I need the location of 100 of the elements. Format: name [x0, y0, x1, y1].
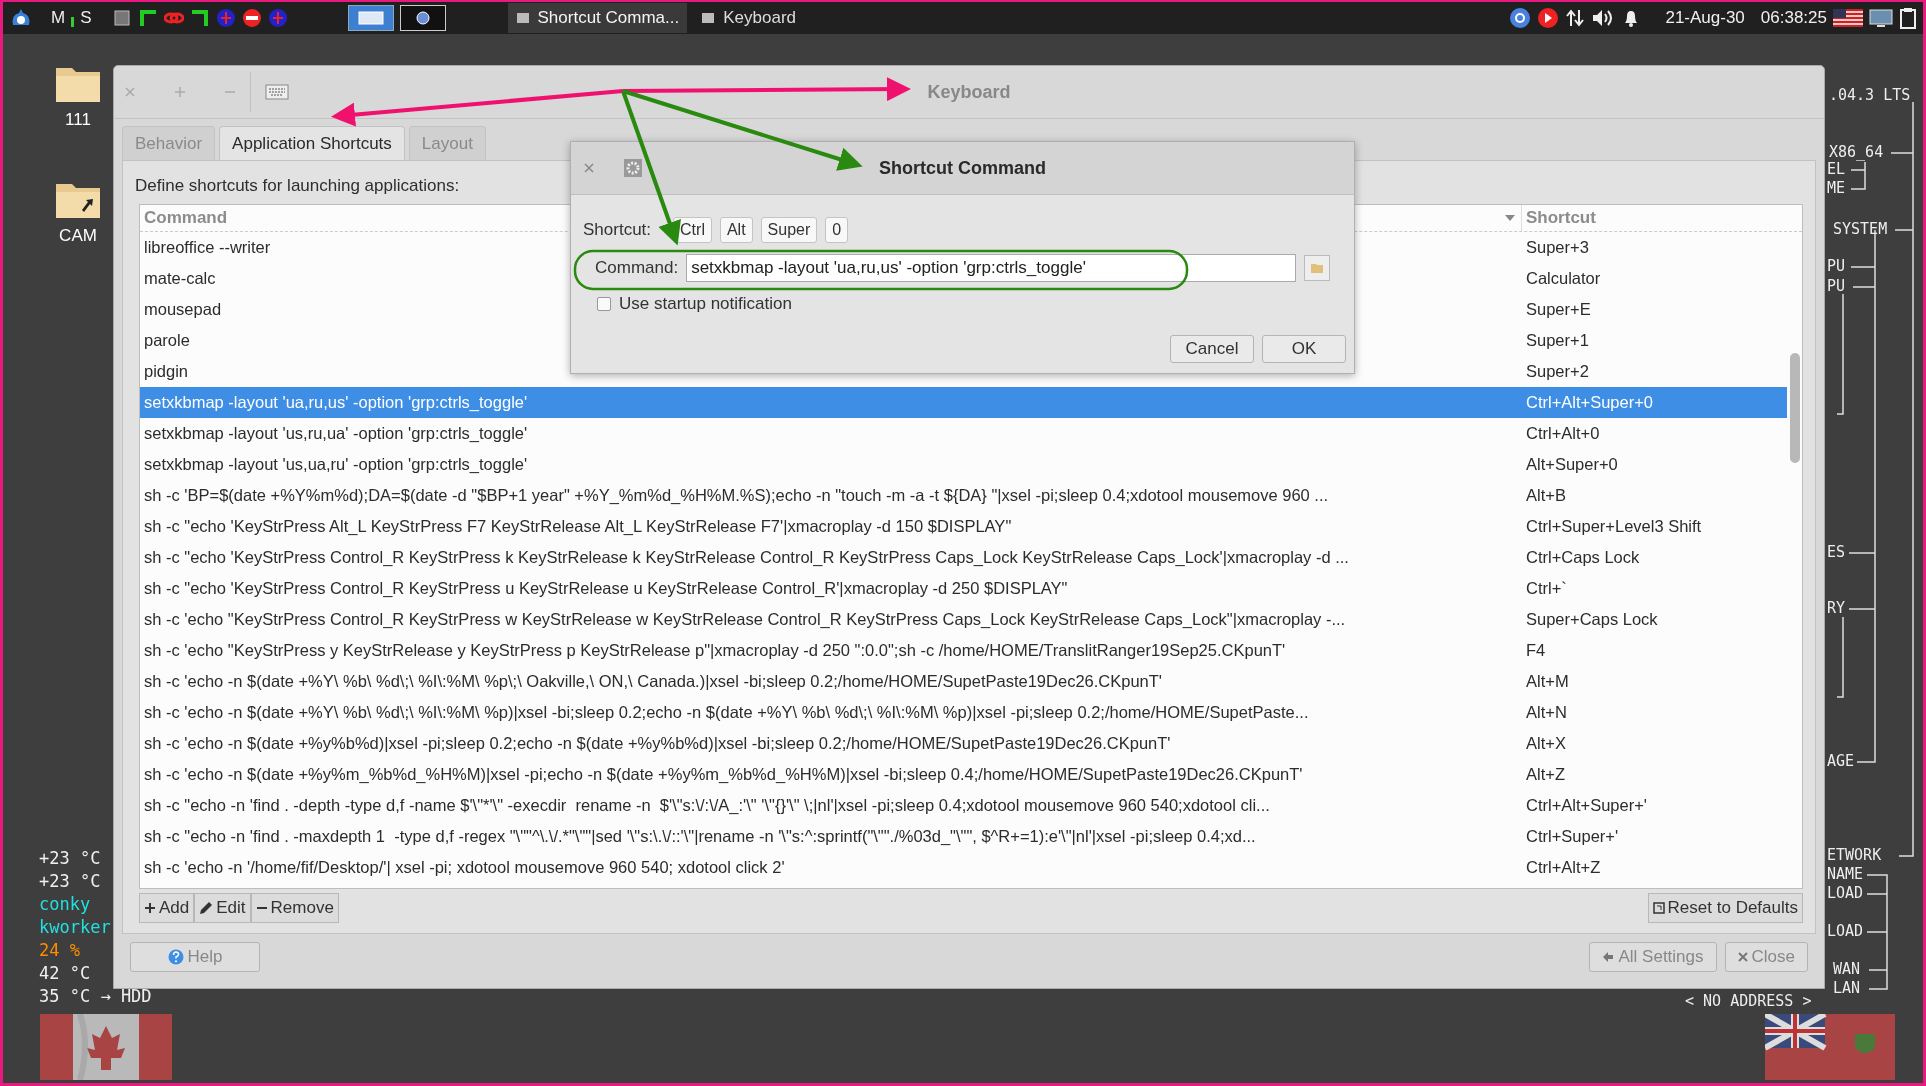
desktop-icon-label[interactable]: 111 — [65, 110, 91, 130]
checkbox[interactable] — [597, 297, 611, 311]
monitor-text: LOAD — [1827, 884, 1864, 902]
table-row[interactable]: setxkbmap -layout 'us,ua,ru' -option 'grp:ctrls_toggle' Alt+Super+0 — [140, 449, 1787, 480]
monitor-text: 35 °C → HDD — [39, 985, 152, 1008]
command-cell: sh -c "echo 'KeyStrPress Control_R KeyStrPress u KeyStrRelease u KeyStrRelease Control_R'|xmacroplay -d 250 $DISPLAY" — [144, 579, 1068, 597]
toolbar-button[interactable]: Edit — [194, 893, 251, 923]
command-cell: sh -c 'echo -n $(date +%Y\ %b\ %d\;\ %I\:%M\ %p\;\ Oakville,\ ON,\ Canada.)|xsel -bi;sleep 0.2;/home/HOME/SupetPaste19Dec26.CKpunT' — [144, 672, 1162, 690]
tab[interactable]: Application Shortcuts — [219, 126, 405, 160]
key-button[interactable]: 0 — [825, 217, 849, 243]
shortcut-cell-text: Ctrl+Caps Lock — [1525, 548, 1640, 567]
command-cell: sh -c 'BP=$(date +%Y%m%d);DA=$(date -d "$BP+1 year" +%Y_%m%d_%H%M.%S);echo -n "touch -m -a -t ${DA} "|xsel -pi;sleep 0.4;xdotool mousemove 960 ... — [144, 486, 1329, 504]
pencil-icon — [199, 901, 214, 915]
monitor-text: EL — [1827, 160, 1846, 178]
shortcut-cell-text: Ctrl+Alt+Super+0 — [1525, 393, 1654, 412]
monitor-text: NAME — [1827, 865, 1864, 883]
workspace-label[interactable]: S — [80, 8, 92, 28]
monitor-text: X86_64 — [1829, 143, 1884, 161]
field-label: Command: — [595, 258, 679, 278]
table-row[interactable]: setxkbmap -layout 'us,ru,ua' -option 'grp:ctrls_toggle' Ctrl+Alt+0 — [140, 418, 1787, 449]
shortcut-cell-text: Alt+Z — [1525, 765, 1565, 784]
browser-icon[interactable] — [1509, 7, 1532, 29]
shortcut-cell-text: Alt+M — [1525, 672, 1569, 691]
monitor-text: ES — [1827, 543, 1846, 561]
table-row[interactable]: sh -c 'echo -n $(date +%Y\ %b\ %d\;\ %I\:%M\ %p)|xsel -bi;sleep 0.2;echo -n $(date +%Y\ %b\ %d\;\ %I\:%M\ %p)|xsel -pi;sleep 0.2;/home/HOME/SupetPaste... Alt+N — [140, 697, 1787, 728]
shortcut-cell-text: Ctrl+Alt+Z — [1525, 858, 1601, 877]
command-cell: sh -c 'echo "KeyStrPress Control_R KeyStrPress w KeyStrRelease w KeyStrRelease Control_R KeyStrPress Caps_Lock KeyStrRelease Caps_Lock"|xmacroplay -... — [144, 610, 1346, 628]
table-row[interactable]: sh -c 'echo -n '/home/fif/Desktop/'| xsel -pi; xdotool mousemove 960 540; xdotool click 2' Ctrl+Alt+Z — [140, 852, 1787, 883]
table-row[interactable]: sh -c 'echo -n $(date +%y%m_%b%d_%H%M)|xsel -pi;echo -n $(date +%y%m_%b%d_%H%M)|xsel -bi;sleep 0.4;/home/HOME/SupetPaste19Dec26.CKpunT' Alt+Z — [140, 759, 1787, 790]
table-row[interactable]: sh -c "echo -n 'find . -depth -type d,f -name $'\"*'\" -execdir rename -n $'\"s:\/:\/A_:'\" '\"{}'\" \;|nl'|xsel -pi;sleep 0.4;xdotool mousemove 960 540;xdotool cli... Ctrl+Alt+Super+' — [140, 790, 1787, 821]
monitor-text: RY — [1827, 599, 1846, 617]
shortcut-cell-text: Calculator — [1525, 269, 1601, 288]
shortcut-cell-text: Alt+N — [1525, 703, 1567, 722]
taskbar-window-button[interactable]: Shortcut Comma... — [507, 3, 688, 33]
checkbox-label[interactable]: Use startup notification — [619, 294, 792, 314]
monitor-text: < NO ADDRESS > — [1685, 992, 1812, 1010]
dialog-button[interactable]: Cancel — [1170, 335, 1254, 363]
description-text: Define shortcuts for launching applications: — [135, 176, 461, 196]
shortcut-cell-text: Super+2 — [1525, 362, 1589, 381]
dialog-button[interactable]: OK — [1262, 335, 1346, 363]
window-icon — [701, 12, 716, 24]
command-cell: libreoffice --writer — [144, 238, 271, 256]
command-field[interactable]: setxkbmap -layout 'ua,ru,us' -option 'grp:ctrls_toggle' — [686, 254, 1297, 282]
reset-icon — [1652, 902, 1665, 914]
table-row[interactable]: sh -c "echo 'KeyStrPress Control_R KeyStrPress u KeyStrRelease u KeyStrRelease Control_R'|xmacroplay -d 250 $DISPLAY" Ctrl+` — [140, 573, 1787, 604]
dialog-title: Shortcut Command — [879, 157, 1046, 179]
monitor-text: +23 °C — [39, 847, 101, 870]
shortcut-cell-text: Ctrl+` — [1525, 579, 1567, 598]
reset-button[interactable]: Reset to Defaults — [1647, 893, 1803, 923]
table-row[interactable]: sh -c 'echo "KeyStrPress Control_R KeyStrPress w KeyStrRelease w KeyStrRelease Control_R KeyStrPress Caps_Lock KeyStrRelease Caps_Lock"|xmacroplay -... Super+Caps Lock — [140, 604, 1787, 635]
shortcut-cell-text: Super+Caps Lock — [1525, 610, 1658, 629]
clipboard-icon[interactable] — [1899, 7, 1917, 29]
table-row[interactable]: sh -c 'echo -n $(date +%y%b%d)|xsel -pi;sleep 0.2;echo -n $(date +%y%b%d)|xsel -bi;sleep 0.2;/home/HOME/SupetPaste19Dec26.CKpunT' Alt+X — [140, 728, 1787, 759]
scrollbar-thumb[interactable] — [1790, 353, 1800, 463]
display-icon[interactable] — [1869, 8, 1893, 28]
flag-icon[interactable] — [1833, 9, 1863, 27]
command-cell: sh -c "echo 'KeyStrPress Control_R KeyStrPress k KeyStrRelease k KeyStrRelease Control_R KeyStrPress Caps_Lock KeyStrRelease Caps_Lock'|xmacroplay -d ... — [144, 548, 1349, 566]
command-cell: sh -c 'echo "KeyStrPress y KeyStrRelease y KeyStrPress p KeyStrRelease p"|xmacroplay -d 250 ":0.0";sh -c /home/HOME/TranslitRanger19Sep25.CKpunT' — [144, 641, 1286, 659]
monitor-text: .04.3 LTS — [1829, 86, 1911, 104]
monitor-text: ETWORK — [1827, 846, 1882, 864]
command-cell: sh -c 'echo -n $(date +%Y\ %b\ %d\;\ %I\:%M\ %p)|xsel -bi;sleep 0.2;echo -n $(date +%Y\ %b\ %d\;\ %I\:%M\ %p)|xsel -pi;sleep 0.2;/home/HOME/SupetPaste... — [144, 703, 1309, 721]
shortcut-cell-text: F4 — [1525, 641, 1546, 660]
desktop-icon-label[interactable]: CAM — [59, 226, 97, 246]
help-icon — [167, 949, 184, 965]
table-row[interactable]: sh -c "echo 'KeyStrPress Alt_L KeyStrPress F7 KeyStrRelease Alt_L KeyStrRelease F7'|xmacroplay -d 150 $DISPLAY" Ctrl+Super+Level3 Shift — [140, 511, 1787, 542]
clock-text[interactable]: 06:38:25 — [1760, 8, 1827, 28]
key-button[interactable]: Alt — [719, 217, 753, 243]
monitor-text: AGE — [1827, 752, 1855, 770]
key-button[interactable]: Super — [760, 217, 818, 243]
taskbar-window-button[interactable]: Keyboard — [693, 3, 804, 33]
play-icon[interactable] — [1537, 7, 1560, 29]
no-entry-icon[interactable] — [241, 8, 262, 28]
table-row[interactable]: sh -c 'echo "KeyStrPress y KeyStrRelease y KeyStrPress p KeyStrRelease p"|xmacroplay -d 250 ":0.0";sh -c /home/HOME/TranslitRanger19Sep25.CKpunT' F4 — [140, 635, 1787, 666]
workspace-thumbnail[interactable] — [399, 5, 446, 31]
date-text: 21-Aug-30 — [1665, 8, 1745, 28]
network-icon[interactable] — [1565, 8, 1586, 28]
workspace-thumbnail[interactable] — [347, 5, 394, 31]
close-icon — [1737, 952, 1748, 962]
corner-icon[interactable] — [137, 8, 158, 28]
monitor-text: ME — [1827, 179, 1846, 197]
table-row[interactable]: sh -c 'echo -n $(date +%Y\ %b\ %d\;\ %I\:%M\ %p\;\ Oakville,\ ON,\ Canada.)|xsel -bi;sleep 0.2;/home/HOME/SupetPaste19Dec26.CKpunT' Alt+M — [140, 666, 1787, 697]
shortcut-cell-text: Alt+X — [1525, 734, 1566, 753]
command-cell: setxkbmap -layout 'us,ua,ru' -option 'grp:ctrls_toggle' — [144, 455, 528, 473]
toolbar-button[interactable]: Add — [139, 893, 195, 923]
corner-icon[interactable] — [189, 8, 210, 28]
monitor-text: kworker — [39, 916, 111, 939]
shortcut-cell-text: Alt+Super+0 — [1525, 455, 1618, 474]
command-cell: mate-calc — [144, 269, 216, 287]
monitor-text: 42 °C — [39, 962, 91, 985]
table-row[interactable]: sh -c 'BP=$(date +%Y%m%d);DA=$(date -d "$BP+1 year" +%Y_%m%d_%H%M.%S);echo -n "touch -m -a -t ${DA} "|xsel -pi;sleep 0.4;xdotool mousemove 960 ... Alt+B — [140, 480, 1787, 511]
window-icon[interactable] — [111, 8, 132, 28]
table-row[interactable]: sh -c "echo 'KeyStrPress Control_R KeyStrPress k KeyStrRelease k KeyStrRelease Control_R KeyStrPress Caps_Lock KeyStrRelease Caps_Lock'|xmacroplay -d ... Ctrl+Caps Lock — [140, 542, 1787, 573]
workspace-label[interactable]: M — [51, 8, 66, 28]
monitor-text: +23 °C — [39, 870, 101, 893]
table-row[interactable]: sh -c "echo -n 'find . -maxdepth 1 -type d,f -regex "\""^\.\/.*"\""|sed '\"s:\.\/::'\"|rename -n '\"s:^:sprintf("\""./%03d_"\"", $^R+=1):e'\"|nl'|xsel -pi;sleep 0.4;xd... Ctrl+Super+' — [140, 821, 1787, 852]
toolbar-button[interactable]: Remove — [250, 893, 339, 923]
folder-icon — [1310, 262, 1325, 274]
command-cell: sh -c 'echo -n $(date +%y%m_%b%d_%H%M)|xsel -pi;echo -n $(date +%y%m_%b%d_%H%M)|xsel -bi;sleep 0.4;/home/HOME/SupetPaste19Dec26.CKpunT' — [144, 765, 1303, 783]
arrow-left-icon — [1602, 951, 1615, 963]
command-cell: sh -c "echo -n 'find . -depth -type d,f -name $'\"*'\" -execdir rename -n $'\"s:\/:\/A_:'\" '\"{}'\" \;|nl'|xsel -pi;sleep 0.4;xdotool mousemove 960 540;xdotool cli... — [144, 796, 1270, 814]
